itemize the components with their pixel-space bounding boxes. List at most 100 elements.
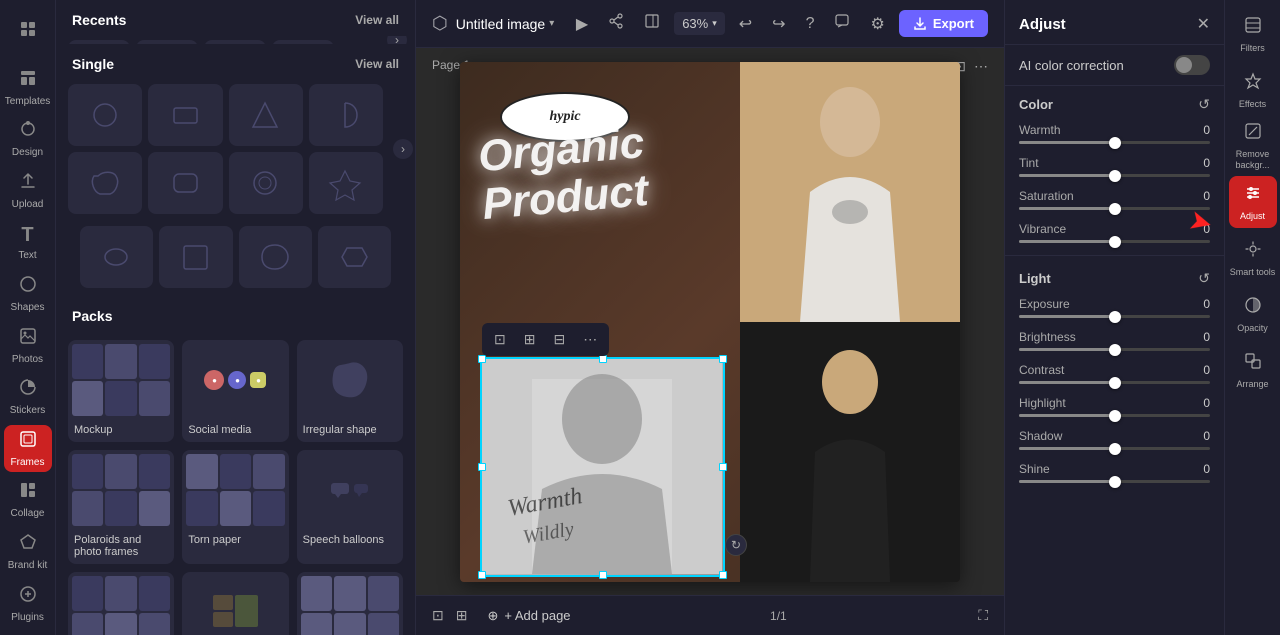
nav-collage[interactable]: Collage — [4, 476, 52, 524]
pack-mockup[interactable]: Mockup — [68, 340, 174, 442]
single-thumb-12[interactable] — [318, 226, 391, 288]
color-reset-btn[interactable]: ↺ — [1198, 96, 1210, 113]
handle-bottom-left[interactable] — [478, 571, 486, 579]
nav-templates[interactable]: Templates — [4, 64, 52, 112]
pack-plastic[interactable]: Plastic — [297, 572, 403, 635]
settings-btn[interactable]: ⚙ — [864, 10, 890, 38]
nav-upload[interactable]: Upload — [4, 167, 52, 215]
footer-grid-btn[interactable]: ⊞ — [456, 607, 468, 624]
nav-shapes[interactable]: Shapes — [4, 270, 52, 318]
recent-thumb-3[interactable] — [204, 40, 266, 44]
right-effects[interactable]: Effects — [1229, 64, 1277, 116]
shadow-slider[interactable] — [1019, 447, 1210, 450]
saturation-slider[interactable] — [1019, 207, 1210, 210]
frame-more-btn[interactable]: ⋯ — [575, 327, 605, 352]
single-thumb-7[interactable] — [229, 152, 303, 214]
single-thumb-9[interactable] — [80, 226, 153, 288]
recent-thumb-1[interactable] — [68, 40, 130, 44]
handle-bottom-mid[interactable] — [599, 571, 607, 579]
right-opacity[interactable]: Opacity — [1229, 288, 1277, 340]
pack-social-media[interactable]: ● ● ● Social media — [182, 340, 288, 442]
handle-bottom-right[interactable] — [719, 571, 727, 579]
recents-view-all[interactable]: View all — [355, 13, 399, 27]
add-page-button[interactable]: ⊕ + Add page — [479, 604, 578, 628]
pack-torn-paper[interactable]: Torn paper — [182, 450, 288, 564]
nav-brandkit[interactable]: Brand kit — [4, 528, 52, 576]
pack-speech-balloons[interactable]: Speech balloons — [297, 450, 403, 564]
right-smart-tools[interactable]: Smart tools — [1229, 232, 1277, 284]
logo-text: hypic — [549, 109, 580, 125]
frame-crop-btn[interactable]: ⊡ — [486, 327, 514, 352]
single-thumb-2[interactable] — [148, 84, 222, 146]
light-reset-btn[interactable]: ↺ — [1198, 270, 1210, 287]
adjust-close-btn[interactable]: ✕ — [1197, 14, 1210, 34]
pack-irregular-shape[interactable]: Irregular shape — [297, 340, 403, 442]
single-thumb-11[interactable] — [239, 226, 312, 288]
single-thumb-3[interactable] — [229, 84, 303, 146]
handle-top-left[interactable] — [478, 355, 486, 363]
single-arrow[interactable]: › — [393, 139, 413, 159]
contrast-label: Contrast — [1019, 363, 1064, 377]
single-view-all[interactable]: View all — [355, 57, 399, 71]
undo-btn[interactable]: ↩ — [733, 10, 758, 38]
right-adjust[interactable]: Adjust — [1229, 176, 1277, 228]
nav-design-label: Design — [12, 147, 43, 158]
redo-btn[interactable]: ↪ — [766, 10, 791, 38]
nav-stickers[interactable]: Stickers — [4, 373, 52, 421]
handle-left-mid[interactable] — [478, 463, 486, 471]
add-page-label: + Add page — [504, 608, 570, 623]
frame-swap-btn[interactable]: ⊞ — [516, 327, 544, 352]
comment-btn[interactable] — [828, 9, 856, 38]
share-btn[interactable] — [602, 9, 630, 38]
vibrance-slider[interactable] — [1019, 240, 1210, 243]
footer-expand-btn[interactable]: ⛶ — [978, 607, 988, 624]
recent-thumb-2[interactable] — [136, 40, 198, 44]
canvas-title-button[interactable]: Untitled image ▾ — [456, 16, 555, 32]
nav-home[interactable] — [4, 8, 52, 56]
single-thumb-6[interactable] — [148, 152, 222, 214]
right-remove-bg[interactable]: Remove backgr... — [1229, 120, 1277, 172]
tint-slider[interactable] — [1019, 174, 1210, 177]
resize-btn[interactable] — [638, 9, 666, 38]
right-filters[interactable]: Filters — [1229, 8, 1277, 60]
handle-top-mid[interactable] — [599, 355, 607, 363]
nav-design[interactable]: Design — [4, 115, 52, 163]
highlight-slider-row: Highlight 0 — [1005, 392, 1224, 425]
nav-plugins[interactable]: Plugins — [4, 579, 52, 627]
single-thumb-5[interactable] — [68, 152, 142, 214]
effects-icon — [1243, 71, 1263, 96]
right-arrange[interactable]: Arrange — [1229, 344, 1277, 396]
canvas-area[interactable]: Page 1 ⊡ ⋯ — [416, 48, 1004, 595]
contrast-slider[interactable] — [1019, 381, 1210, 384]
pack-polaroids[interactable]: Polaroids and photo frames — [68, 450, 174, 564]
single-thumb-1[interactable] — [68, 84, 142, 146]
nav-text[interactable]: T Text — [4, 218, 52, 266]
rotate-button[interactable]: ↻ — [725, 534, 747, 556]
play-btn[interactable]: ▶ — [570, 10, 594, 38]
highlight-slider[interactable] — [1019, 414, 1210, 417]
zoom-control[interactable]: 63% ▾ — [674, 12, 725, 35]
nav-photos[interactable]: Photos — [4, 321, 52, 369]
help-btn[interactable]: ? — [800, 11, 821, 37]
pack-polaroids-label: Polaroids and photo frames — [68, 530, 174, 564]
pack-lined-frames[interactable]: Lined frames — [68, 572, 174, 635]
pack-stamps[interactable]: Stamps and labels — [182, 572, 288, 635]
export-button[interactable]: Export — [899, 10, 988, 37]
selected-frame[interactable]: Warmth Wildly ⊡ ⊞ ⊟ ⋯ — [480, 357, 725, 577]
single-thumb-4[interactable] — [309, 84, 383, 146]
brightness-slider[interactable] — [1019, 348, 1210, 351]
shine-slider[interactable] — [1019, 480, 1210, 483]
single-thumb-10[interactable] — [159, 226, 232, 288]
single-thumb-8[interactable] — [309, 152, 383, 214]
handle-top-right[interactable] — [719, 355, 727, 363]
ai-toggle[interactable] — [1174, 55, 1210, 75]
recents-arrow[interactable]: › — [387, 36, 407, 44]
frame-remove-btn[interactable]: ⊟ — [545, 327, 573, 352]
handle-right-mid[interactable] — [719, 463, 727, 471]
recent-thumb-4[interactable] — [272, 40, 334, 44]
exposure-slider[interactable] — [1019, 315, 1210, 318]
warmth-slider[interactable] — [1019, 141, 1210, 144]
page-more-btn[interactable]: ⋯ — [974, 58, 988, 75]
nav-frames[interactable]: Frames — [4, 425, 52, 473]
footer-icon-btn[interactable]: ⊡ — [432, 607, 444, 624]
